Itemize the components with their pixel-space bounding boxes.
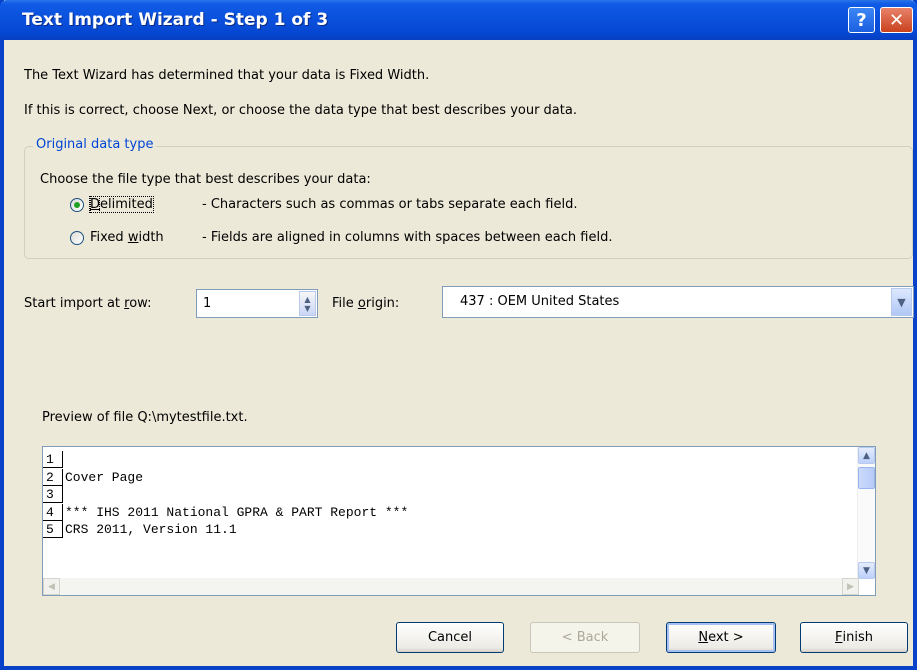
finish-button[interactable]: Finish [800, 622, 908, 653]
cancel-button[interactable]: Cancel [396, 622, 504, 653]
preview-line: 3 [43, 486, 408, 504]
file-origin-select[interactable]: 437 : OEM United States ▼ [442, 286, 914, 318]
radio-delimited[interactable]: Delimited - Characters such as commas or… [70, 196, 578, 213]
radio-fixed-width[interactable]: Fixed width - Fields are aligned in colu… [70, 230, 612, 245]
preview-line: 4 *** IHS 2011 National GPRA & PART Repor… [43, 503, 409, 522]
scroll-down-icon[interactable]: ▼ [858, 562, 875, 579]
window-title: Text Import Wizard - Step 1 of 3 [22, 10, 329, 30]
file-preview[interactable]: 1 2 Cover Page 3 4 *** IHS 2011 National G… [42, 446, 876, 596]
help-button[interactable]: ? [848, 7, 875, 33]
preview-line: 2 Cover Page [43, 468, 408, 487]
line-text: *** IHS 2011 National GPRA & PART Report… [65, 504, 409, 520]
start-row-spinner[interactable]: 1 ▲ ▼ [196, 289, 318, 318]
scroll-right-icon[interactable]: ▶ [842, 578, 859, 595]
original-data-type-group: Original data type Choose the file type … [24, 137, 913, 259]
line-number: 5 [43, 521, 63, 538]
detected-type-message: The Text Wizard has determined that your… [24, 68, 430, 83]
radio-delimited-circle[interactable] [70, 197, 84, 212]
close-icon: ✕ [888, 9, 905, 31]
line-text: Cover Page [65, 469, 144, 485]
line-number: 3 [43, 486, 63, 503]
back-button[interactable]: < Back [530, 622, 640, 653]
help-icon: ? [856, 9, 867, 31]
close-button[interactable]: ✕ [880, 7, 913, 33]
preview-line: 1 [43, 451, 408, 469]
file-origin-label: File origin: [332, 296, 400, 311]
file-origin-value: 437 : OEM United States [460, 294, 620, 309]
radio-delimited-description: - Characters such as commas or tabs sepa… [202, 197, 578, 212]
instruction-message: If this is correct, choose Next, or choo… [24, 103, 577, 118]
horizontal-scrollbar[interactable]: ◀ ▶ [43, 578, 859, 595]
text-import-wizard-dialog: Text Import Wizard - Step 1 of 3 ? ✕ The… [0, 0, 917, 670]
start-row-value[interactable]: 1 [203, 296, 211, 311]
radio-fixed-width-circle[interactable] [70, 230, 84, 245]
spin-up-icon[interactable]: ▲ [304, 295, 310, 304]
line-text [63, 487, 65, 502]
radio-delimited-label[interactable]: Delimited [89, 196, 202, 213]
spin-down-icon[interactable]: ▼ [304, 304, 310, 313]
preview-lines: 1 2 Cover Page 3 4 *** IHS 2011 National G… [43, 451, 408, 539]
title-bar[interactable]: Text Import Wizard - Step 1 of 3 ? ✕ [0, 0, 917, 40]
preview-label: Preview of file Q:\mytestfile.txt. [42, 410, 248, 425]
radio-fixed-width-description: - Fields are aligned in columns with spa… [202, 230, 613, 245]
vertical-scroll-thumb[interactable] [858, 467, 875, 489]
chevron-down-icon[interactable]: ▼ [891, 288, 912, 316]
radio-fixed-width-label[interactable]: Fixed width [90, 230, 202, 245]
line-text: CRS 2011, Version 11.1 [65, 522, 237, 537]
vertical-scrollbar[interactable]: ▲ ▼ [857, 447, 875, 579]
next-button[interactable]: Next > [666, 622, 776, 653]
line-number: 4 [43, 503, 63, 521]
start-row-label: Start import at row: [24, 296, 152, 311]
scroll-up-icon[interactable]: ▲ [858, 447, 875, 464]
line-number: 1 [43, 451, 63, 468]
group-legend: Original data type [33, 137, 157, 152]
preview-line: 5 CRS 2011, Version 11.1 [43, 521, 408, 539]
line-number: 2 [43, 468, 63, 486]
scroll-left-icon[interactable]: ◀ [43, 578, 60, 595]
line-text [63, 452, 65, 467]
spinner-buttons[interactable]: ▲ ▼ [299, 291, 316, 316]
file-type-prompt: Choose the file type that best describes… [40, 172, 371, 187]
